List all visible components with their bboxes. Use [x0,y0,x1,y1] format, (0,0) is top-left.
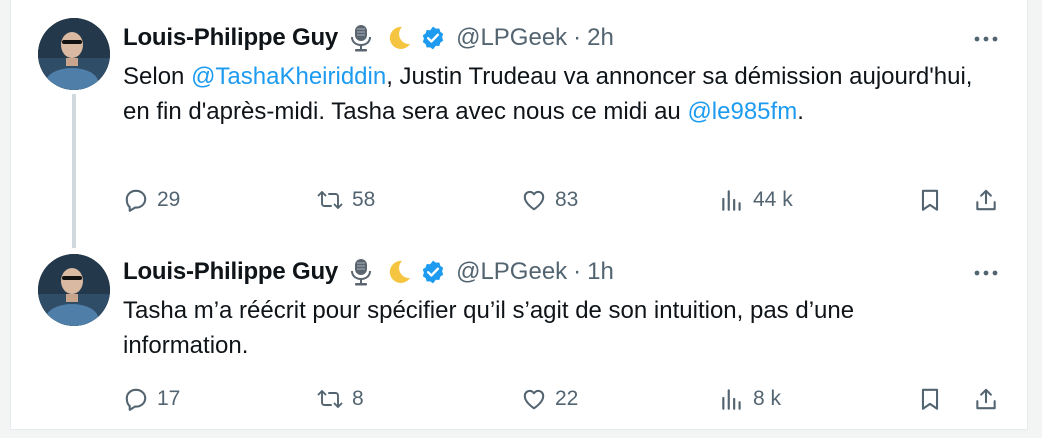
views-button[interactable]: 44 k [719,180,793,220]
tweet-text: Selon @TashaKheiriddin, Justin Trudeau v… [123,59,983,129]
repost-count: 58 [352,188,376,211]
action-bar: 29 58 83 44 k [11,180,1027,220]
tweet-text: Tasha m’a réécrit pour spécifier qu’il s… [123,293,983,363]
views-count: 8 k [753,387,782,410]
text-segment: Tasha m’a réécrit pour spécifier qu’il s… [123,297,855,359]
analytics-icon [722,389,741,410]
bookmark-button[interactable] [917,379,943,419]
repost-count: 8 [352,387,364,410]
tweet-header: Louis-Philippe Guy [123,252,614,292]
more-options-button[interactable] [971,24,1001,54]
author-handle[interactable]: @LPGeek [456,24,567,52]
verified-badge-icon[interactable] [420,25,446,51]
repost-icon [317,191,343,209]
heart-icon [523,389,545,410]
heart-icon [523,190,545,211]
avatar[interactable] [38,18,110,90]
separator-dot: · [573,258,582,285]
bookmark-icon [921,189,939,211]
separator-dot: · [573,24,582,51]
text-segment: . [797,98,804,125]
mention-link[interactable]: @TashaKheiriddin [191,63,386,90]
action-bar: 17 8 22 8 k [11,379,1027,419]
crescent-moon-icon [384,258,412,286]
like-button[interactable]: 22 [521,379,578,419]
author-name[interactable]: Louis-Philippe Guy [123,24,338,52]
more-options-button[interactable] [971,258,1001,288]
author-name[interactable]: Louis-Philippe Guy [123,258,338,286]
share-button[interactable] [973,180,999,220]
views-button[interactable]: 8 k [719,379,781,419]
verified-badge-icon[interactable] [420,259,446,285]
mention-link[interactable]: @le985fm [687,98,797,125]
repost-button[interactable]: 58 [316,180,375,220]
more-dots-icon [974,270,998,276]
reply-icon [125,189,147,212]
like-count: 22 [555,387,579,410]
like-button[interactable]: 83 [521,180,578,220]
tweet[interactable]: Louis-Philippe Guy [11,246,1027,430]
author-handle[interactable]: @LPGeek [456,258,567,286]
reply-button[interactable]: 29 [123,180,180,220]
repost-icon [317,390,343,408]
crescent-moon-icon [384,24,412,52]
tweet-timestamp[interactable]: 1h [587,258,614,286]
reply-count: 29 [157,188,181,211]
reply-icon [125,388,147,411]
share-button[interactable] [973,379,999,419]
tweet-header: Louis-Philippe Guy [123,18,614,58]
microphone-icon [348,257,374,287]
reply-count: 17 [157,387,181,410]
views-count: 44 k [753,188,793,211]
share-icon [976,189,996,211]
reply-button[interactable]: 17 [123,379,180,419]
analytics-icon [722,190,741,211]
bookmark-icon [921,388,939,410]
text-segment: Selon [123,63,192,90]
like-count: 83 [555,188,579,211]
tweet[interactable]: Louis-Philippe Guy [11,0,1027,246]
repost-button[interactable]: 8 [316,379,364,419]
microphone-icon [348,23,374,53]
bookmark-button[interactable] [917,180,943,220]
thread-card: Louis-Philippe Guy @LPGeek · 2h Selon @T… [10,0,1028,430]
tweet-timestamp[interactable]: 2h [587,24,614,52]
share-icon [976,388,996,410]
more-dots-icon [974,36,998,42]
avatar[interactable] [38,254,110,326]
